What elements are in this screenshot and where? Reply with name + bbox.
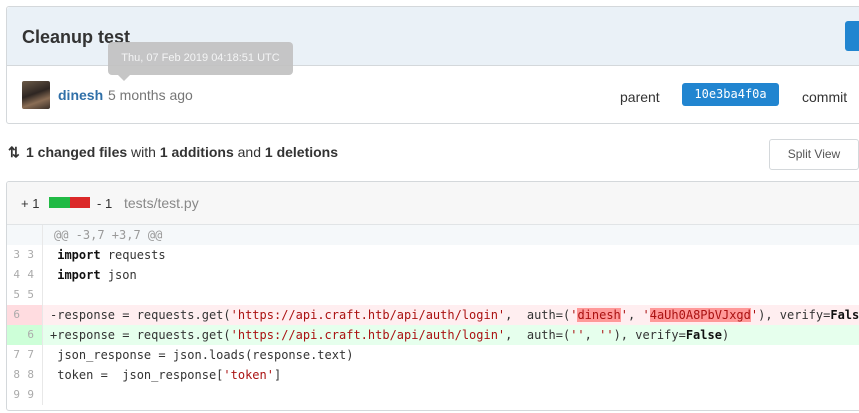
file-deletions: - 1 [97, 196, 113, 211]
parent-label: parent [620, 89, 660, 105]
code-text: token = json_response[ [50, 368, 224, 382]
old-line-number[interactable]: 6 [7, 305, 20, 325]
new-line-number[interactable]: 7 [21, 345, 34, 365]
deletions-count: 1 deletions [264, 144, 339, 160]
diff-table: @@ -3,7 +3,7 @@ 3 3 import requests 4 4 … [7, 225, 859, 405]
table-row: 3 3 import requests [7, 245, 859, 265]
string-literal: '' [570, 328, 585, 342]
quote: ' [620, 308, 629, 322]
commit-time[interactable]: 5 months ago [108, 87, 193, 103]
code-text: , auth=( [505, 328, 571, 342]
author-link[interactable]: dinesh [58, 87, 103, 103]
table-row: 9 9 [7, 385, 859, 405]
code-text: ), verify= [758, 308, 831, 322]
new-line-number[interactable]: 5 [21, 285, 34, 305]
highlighted-username: dinesh [577, 308, 621, 322]
changed-files-count: 1 changed files [26, 144, 128, 160]
new-line-number[interactable]: 4 [21, 265, 34, 285]
keyword: import [57, 248, 101, 262]
old-line-number[interactable]: 3 [7, 245, 20, 265]
code-line: token = json_response['token'] [50, 365, 281, 385]
old-line-number[interactable]: 7 [7, 345, 20, 365]
code-text: requests [100, 248, 166, 262]
new-line-number[interactable]: 8 [21, 365, 34, 385]
table-row: 5 5 [7, 285, 859, 305]
gutter [7, 225, 43, 245]
stats-and: and [233, 144, 265, 160]
keyword: False [830, 308, 859, 322]
new-line-number[interactable]: 6 [21, 325, 34, 345]
hunk-header-row: @@ -3,7 +3,7 @@ [7, 225, 859, 245]
split-view-button[interactable]: Split View [769, 139, 859, 170]
code-text: +response = requests.get( [50, 328, 231, 342]
code-text: , [628, 308, 643, 322]
code-line: +response = requests.get('https://api.cr… [50, 325, 729, 345]
old-line-number[interactable]: 5 [7, 285, 20, 305]
quote: ' [642, 308, 650, 322]
table-row: 4 4 import json [7, 265, 859, 285]
table-row: 7 7 json_response = json.loads(response.… [7, 345, 859, 365]
new-line-number[interactable]: 3 [21, 245, 34, 265]
added-row: 6 +response = requests.get('https://api.… [7, 325, 859, 345]
avatar[interactable] [22, 81, 50, 109]
commit-label: commit [802, 89, 848, 105]
parent-sha-button[interactable]: 10e3ba4f0a [682, 83, 779, 106]
string-literal: '' [599, 328, 614, 342]
file-diff: + 1 - 1 tests/test.py @@ -3,7 +3,7 @@ 3 … [6, 181, 859, 411]
old-line-number[interactable]: 8 [7, 365, 20, 385]
code-text: ) [721, 328, 730, 342]
hunk-header: @@ -3,7 +3,7 @@ [54, 228, 163, 242]
diff-stats: ⇅ 1 changed files with 1 additions and 1 … [8, 144, 338, 161]
additions-bar [49, 197, 70, 208]
swap-icon: ⇅ [8, 144, 20, 160]
code-text: , [584, 328, 600, 342]
additions-count: 1 additions [159, 144, 234, 160]
code-line: import json [50, 265, 137, 285]
stats-with: with [127, 144, 160, 160]
keyword: False [685, 328, 722, 342]
browse-files-button[interactable] [845, 21, 859, 51]
highlighted-password: 4aUh0A8PbVJxgd [649, 308, 751, 322]
timestamp-tooltip: Thu, 07 Feb 2019 04:18:51 UTC [108, 42, 293, 81]
code-text: json [100, 268, 137, 282]
string-literal: 'https://api.craft.htb/api/auth/login' [230, 308, 506, 322]
code-text: ), verify= [613, 328, 686, 342]
file-header: + 1 - 1 tests/test.py [7, 182, 859, 225]
old-line-number[interactable]: 9 [7, 385, 20, 405]
table-row: 8 8 token = json_response['token'] [7, 365, 859, 385]
deletions-bar [70, 197, 90, 208]
keyword: import [57, 268, 101, 282]
string-literal: 'token' [223, 368, 274, 382]
code-line: json_response = json.loads(response.text… [50, 348, 354, 362]
file-path[interactable]: tests/test.py [124, 195, 199, 211]
deleted-row: 6 -response = requests.get('https://api.… [7, 305, 859, 325]
file-additions: + 1 [21, 196, 40, 211]
string-literal: 'https://api.craft.htb/api/auth/login' [230, 328, 506, 342]
code-text: -response = requests.get( [50, 308, 231, 322]
code-text: , auth=( [505, 308, 571, 322]
code-line: import requests [50, 245, 166, 265]
old-line-number[interactable]: 4 [7, 265, 20, 285]
code-text: ] [273, 368, 282, 382]
new-line-number[interactable]: 9 [21, 385, 34, 405]
code-line: -response = requests.get('https://api.cr… [50, 305, 859, 325]
